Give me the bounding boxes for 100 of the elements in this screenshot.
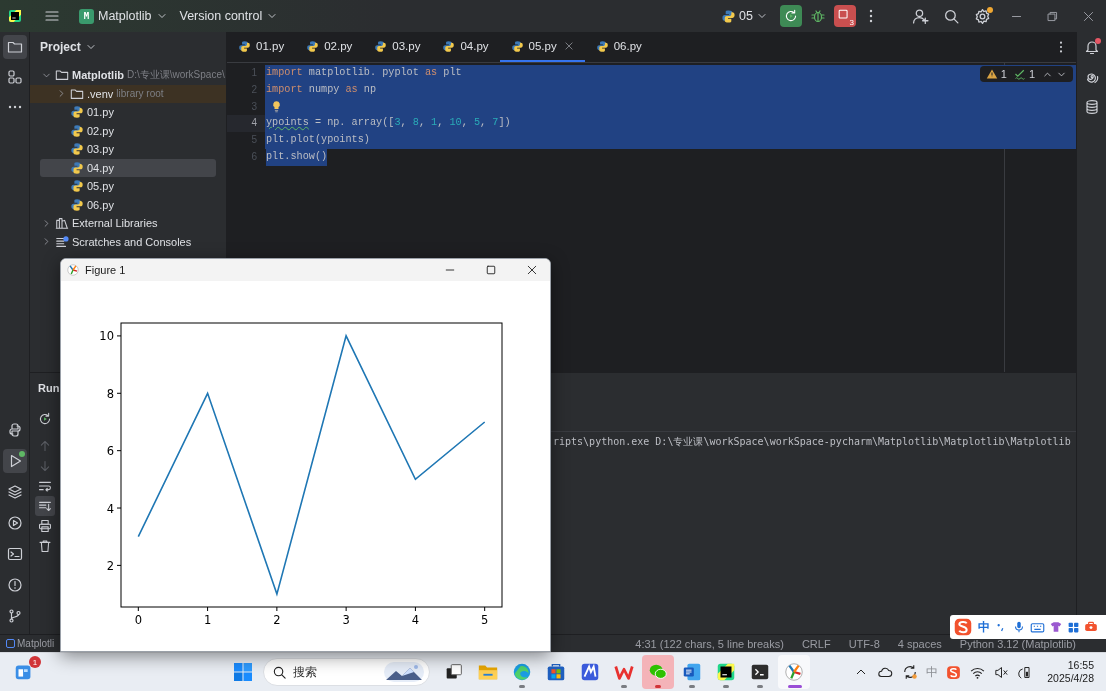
python-file-icon: [70, 160, 84, 175]
tree-item[interactable]: 02.py: [30, 121, 226, 140]
inspection-widget[interactable]: 1 1: [979, 66, 1073, 82]
scroll-to-end-icon[interactable]: [35, 496, 55, 516]
maximize-icon[interactable]: [485, 264, 497, 276]
tick-label: 4: [411, 613, 420, 627]
tick-mark: [276, 606, 278, 612]
input-mode-toggle[interactable]: 中: [978, 618, 990, 636]
tick-label: 6: [106, 444, 114, 459]
stop-icon: [836, 7, 851, 22]
python-file-icon: [70, 197, 84, 212]
clock-time[interactable]: 16:55: [1067, 659, 1094, 672]
tick-label: 4: [106, 501, 114, 516]
close-icon[interactable]: [526, 264, 538, 276]
run-icon[interactable]: [2, 449, 27, 473]
warning-count: 1: [1000, 68, 1007, 80]
store-icon[interactable]: [545, 661, 567, 683]
debug-icon[interactable]: [810, 8, 826, 24]
tree-item[interactable]: 05.py: [30, 177, 226, 196]
project-badge: M: [79, 8, 94, 24]
tree-item[interactable]: 04.py: [40, 158, 216, 177]
menu-icon[interactable]: [44, 8, 60, 24]
status-project[interactable]: Matplotli: [0, 638, 55, 649]
tree-item[interactable]: .venv library root: [30, 84, 226, 103]
panel-title: Run: [38, 382, 60, 394]
grid-icon[interactable]: [1067, 620, 1080, 634]
tick-mark: [116, 507, 122, 509]
browser-icon[interactable]: [511, 661, 533, 683]
vcs-selector[interactable]: Version control: [179, 9, 279, 23]
tree-item[interactable]: External Libraries: [30, 214, 226, 233]
tick-label: 1: [203, 613, 212, 627]
python-file-icon: [70, 105, 84, 120]
close-icon[interactable]: [1082, 9, 1095, 23]
tree-item[interactable]: Scratches and Consoles: [30, 232, 226, 251]
app-icon[interactable]: [579, 661, 601, 683]
tick-mark: [345, 606, 347, 612]
tree-item[interactable]: 03.py: [30, 140, 226, 159]
editor-tab[interactable]: 04.py: [431, 32, 500, 62]
scratch-icon: [55, 234, 69, 249]
code-line: plt.plot(ypoints): [266, 133, 370, 148]
lightbulb-icon[interactable]: [270, 100, 283, 114]
ide-app-icon[interactable]: [715, 661, 737, 683]
tick-mark: [137, 606, 139, 612]
panel-title[interactable]: Project: [40, 40, 81, 54]
python-file-icon: [510, 39, 524, 53]
skin-icon[interactable]: [1049, 620, 1063, 634]
python-file-icon: [442, 39, 456, 53]
status-item[interactable]: Python 3.12 (Matplotlib): [959, 637, 1076, 650]
restore-icon[interactable]: [1046, 9, 1059, 23]
code-line: import matplotlib. pyplot as plt: [266, 66, 462, 80]
python-file-icon: [595, 39, 609, 53]
tick-label: 8: [106, 386, 114, 401]
settings-icon[interactable]: [974, 7, 991, 25]
rerun-button[interactable]: [780, 5, 802, 27]
run-config-selector[interactable]: 05: [721, 8, 768, 24]
code-line: import numpy as np: [266, 82, 377, 97]
editor-tab[interactable]: 03.py: [363, 32, 432, 62]
tick-label: 0: [134, 613, 142, 627]
sogou-icon[interactable]: [945, 663, 963, 681]
tick-mark: [116, 335, 122, 337]
status-item[interactable]: CRLF: [801, 637, 831, 650]
editor-tab[interactable]: 02.py: [295, 32, 364, 62]
python-file-icon: [306, 39, 320, 53]
search-icon: [272, 665, 287, 680]
tree-item[interactable]: Matplotlib D:\专业课\workSpace\: [30, 66, 226, 85]
tick-mark: [116, 392, 122, 394]
library-icon: [55, 216, 69, 231]
folder-icon[interactable]: [2, 35, 27, 59]
editor-tab[interactable]: 01.py: [227, 32, 296, 62]
document-app-icon[interactable]: [681, 661, 703, 683]
status-item[interactable]: 4:31 (122 chars, 5 line breaks): [635, 637, 784, 650]
stop-button[interactable]: 3: [834, 5, 856, 27]
sogou-icon[interactable]: [952, 616, 974, 638]
figure-app-icon: [66, 263, 80, 277]
python-file-icon: [70, 123, 84, 138]
typo-check-icon: [1013, 68, 1026, 80]
python-file-icon: [721, 8, 737, 24]
add-user-icon[interactable]: [912, 7, 929, 25]
tick-mark: [116, 564, 122, 566]
python-file-icon: [374, 39, 388, 53]
tick-mark: [484, 606, 486, 612]
python-file-icon: [238, 39, 251, 53]
vcs-label: Version control: [179, 9, 263, 23]
project-selector[interactable]: M Matplotlib: [79, 8, 168, 24]
status-item[interactable]: 4 spaces: [897, 637, 942, 650]
tree-item[interactable]: 06.py: [30, 195, 226, 214]
editor-tab[interactable]: 05.py: [499, 32, 585, 62]
microphone-icon[interactable]: [1012, 620, 1026, 634]
clock-date[interactable]: 2025/4/28: [1047, 672, 1094, 685]
python-file-icon: [70, 142, 84, 157]
start-icon[interactable]: [231, 660, 255, 684]
sync-icon[interactable]: [901, 663, 920, 681]
tick-label: 10: [99, 329, 114, 344]
editor-tab[interactable]: 06.py: [584, 32, 653, 62]
status-item[interactable]: UTF-8: [848, 637, 880, 650]
toolbox-icon[interactable]: [1084, 620, 1098, 634]
typo-count: 1: [1028, 68, 1035, 80]
tree-item[interactable]: 01.py: [30, 103, 226, 122]
figure-app-icon[interactable]: [783, 661, 805, 683]
search-icon[interactable]: [943, 7, 960, 25]
